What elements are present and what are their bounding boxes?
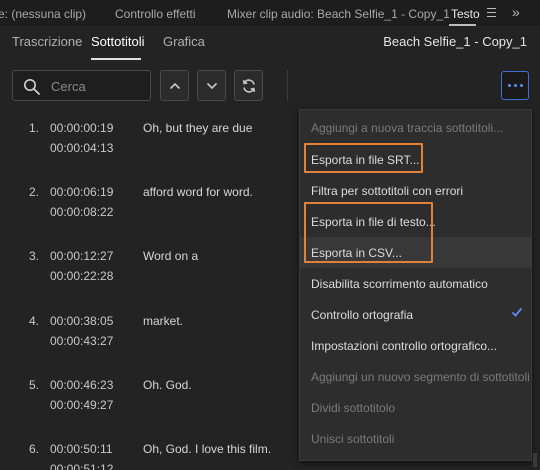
caption-row[interactable]: 5. 00:00:46:23 00:00:49:27 Oh. God. <box>0 378 300 442</box>
caption-number: 3. <box>29 249 40 263</box>
sequence-name: Beach Selfie_1 - Copy_1 <box>383 34 527 49</box>
caption-text[interactable]: afford word for word. <box>143 185 253 199</box>
caption-start-time[interactable]: 00:00:00:19 <box>50 121 113 135</box>
previous-caption-button[interactable] <box>160 70 189 101</box>
caption-number: 6. <box>29 442 40 456</box>
panel-tab-bar: e: (nessuna clip) Controllo effetti Mixe… <box>0 0 540 26</box>
caption-text[interactable]: Oh, God. I love this film. <box>143 442 271 456</box>
search-field[interactable] <box>12 70 151 101</box>
caption-end-time[interactable]: 00:00:22:28 <box>50 269 113 283</box>
highlight-export-srt <box>304 143 423 173</box>
hamburger-menu-icon[interactable] <box>487 8 496 17</box>
highlight-export-text-csv <box>304 202 433 263</box>
caption-row[interactable]: 2. 00:00:06:19 00:00:08:22 afford word f… <box>0 185 300 249</box>
caption-text[interactable]: Oh, but they are due <box>143 121 252 135</box>
menu-item-add-caption-segment[interactable]: Aggiungi un nuovo segmento di sottotitol… <box>300 361 531 392</box>
chevron-down-icon <box>206 82 217 89</box>
caption-end-time[interactable]: 00:00:08:22 <box>50 205 113 219</box>
caption-number: 1. <box>29 121 40 135</box>
tab-captions[interactable]: Sottotitoli <box>91 34 144 49</box>
caption-number: 2. <box>29 185 40 199</box>
menu-item-label: Aggiungi un nuovo segmento di sottotitol… <box>311 370 530 384</box>
caption-end-time[interactable]: 00:00:51:12 <box>50 462 113 470</box>
menu-item-label: Unisci sottotitoli <box>311 432 395 446</box>
menu-item-merge-captions[interactable]: Unisci sottotitoli <box>300 423 531 454</box>
search-input[interactable] <box>51 77 146 95</box>
menu-item-spell-check-settings[interactable]: Impostazioni controllo ortografico... <box>300 330 531 361</box>
panel-tab-effect-controls[interactable]: Controllo effetti <box>115 7 196 21</box>
caption-end-time[interactable]: 00:00:49:27 <box>50 398 113 412</box>
caption-end-time[interactable]: 00:00:04:13 <box>50 141 113 155</box>
caption-row[interactable]: 3. 00:00:12:27 00:00:22:28 Word on a <box>0 249 300 313</box>
caption-row[interactable]: 4. 00:00:38:05 00:00:43:27 market. <box>0 314 300 378</box>
menu-item-label: Aggiungi a nuova traccia sottotitoli... <box>311 121 504 135</box>
caption-number: 4. <box>29 314 40 328</box>
chevron-up-icon <box>169 82 180 89</box>
menu-item-add-caption-track[interactable]: Aggiungi a nuova traccia sottotitoli... <box>300 112 531 143</box>
menu-item-label: Filtra per sottotitoli con errori <box>311 184 464 198</box>
menu-item-label: Dividi sottotitolo <box>311 401 396 415</box>
caption-text[interactable]: Word on a <box>143 249 198 263</box>
more-options-button[interactable] <box>501 71 529 100</box>
caption-start-time[interactable]: 00:00:06:19 <box>50 185 113 199</box>
menu-item-label: Controllo ortografia <box>311 308 414 322</box>
active-subtab-indicator <box>91 58 141 60</box>
tab-graphics[interactable]: Grafica <box>163 34 205 49</box>
tab-transcript[interactable]: Trascrizione <box>12 34 82 49</box>
caption-start-time[interactable]: 00:00:46:23 <box>50 378 113 392</box>
panel-tab-text[interactable]: Testo <box>451 7 480 21</box>
refresh-icon <box>242 78 255 93</box>
panel-overflow-icon[interactable]: » <box>512 4 520 20</box>
menu-item-spell-check[interactable]: Controllo ortografia <box>300 299 531 330</box>
caption-row[interactable]: 1. 00:00:00:19 00:00:04:13 Oh, but they … <box>0 121 300 185</box>
more-horizontal-icon <box>507 84 523 87</box>
caption-number: 5. <box>29 378 40 392</box>
menu-item-split-caption[interactable]: Dividi sottotitolo <box>300 392 531 423</box>
caption-start-time[interactable]: 00:00:50:11 <box>50 442 113 456</box>
panel-tab-audio-clip-mixer[interactable]: Mixer clip audio: Beach Selfie_1 - Copy_… <box>227 7 450 21</box>
caption-text[interactable]: market. <box>143 314 183 328</box>
text-panel-subtabs: Trascrizione Sottotitoli Grafica Beach S… <box>0 26 540 60</box>
caption-start-time[interactable]: 00:00:12:27 <box>50 249 113 263</box>
checkmark-icon <box>511 307 523 317</box>
menu-item-label: Impostazioni controllo ortografico... <box>311 339 498 353</box>
toolbar-divider <box>287 70 288 101</box>
scrollbar-thumb[interactable] <box>533 453 537 467</box>
menu-item-label: Disabilita scorrimento automatico <box>311 277 488 291</box>
menu-item-disable-autoscroll[interactable]: Disabilita scorrimento automatico <box>300 268 531 299</box>
caption-text[interactable]: Oh. God. <box>143 378 192 392</box>
caption-start-time[interactable]: 00:00:38:05 <box>50 314 113 328</box>
next-caption-button[interactable] <box>197 70 226 101</box>
sync-button[interactable] <box>234 70 263 101</box>
caption-row[interactable]: 6. 00:00:50:11 00:00:51:12 Oh, God. I lo… <box>0 442 300 470</box>
caption-end-time[interactable]: 00:00:43:27 <box>50 334 113 348</box>
search-icon <box>24 79 40 95</box>
panel-tab-source[interactable]: e: (nessuna clip) <box>0 7 86 21</box>
